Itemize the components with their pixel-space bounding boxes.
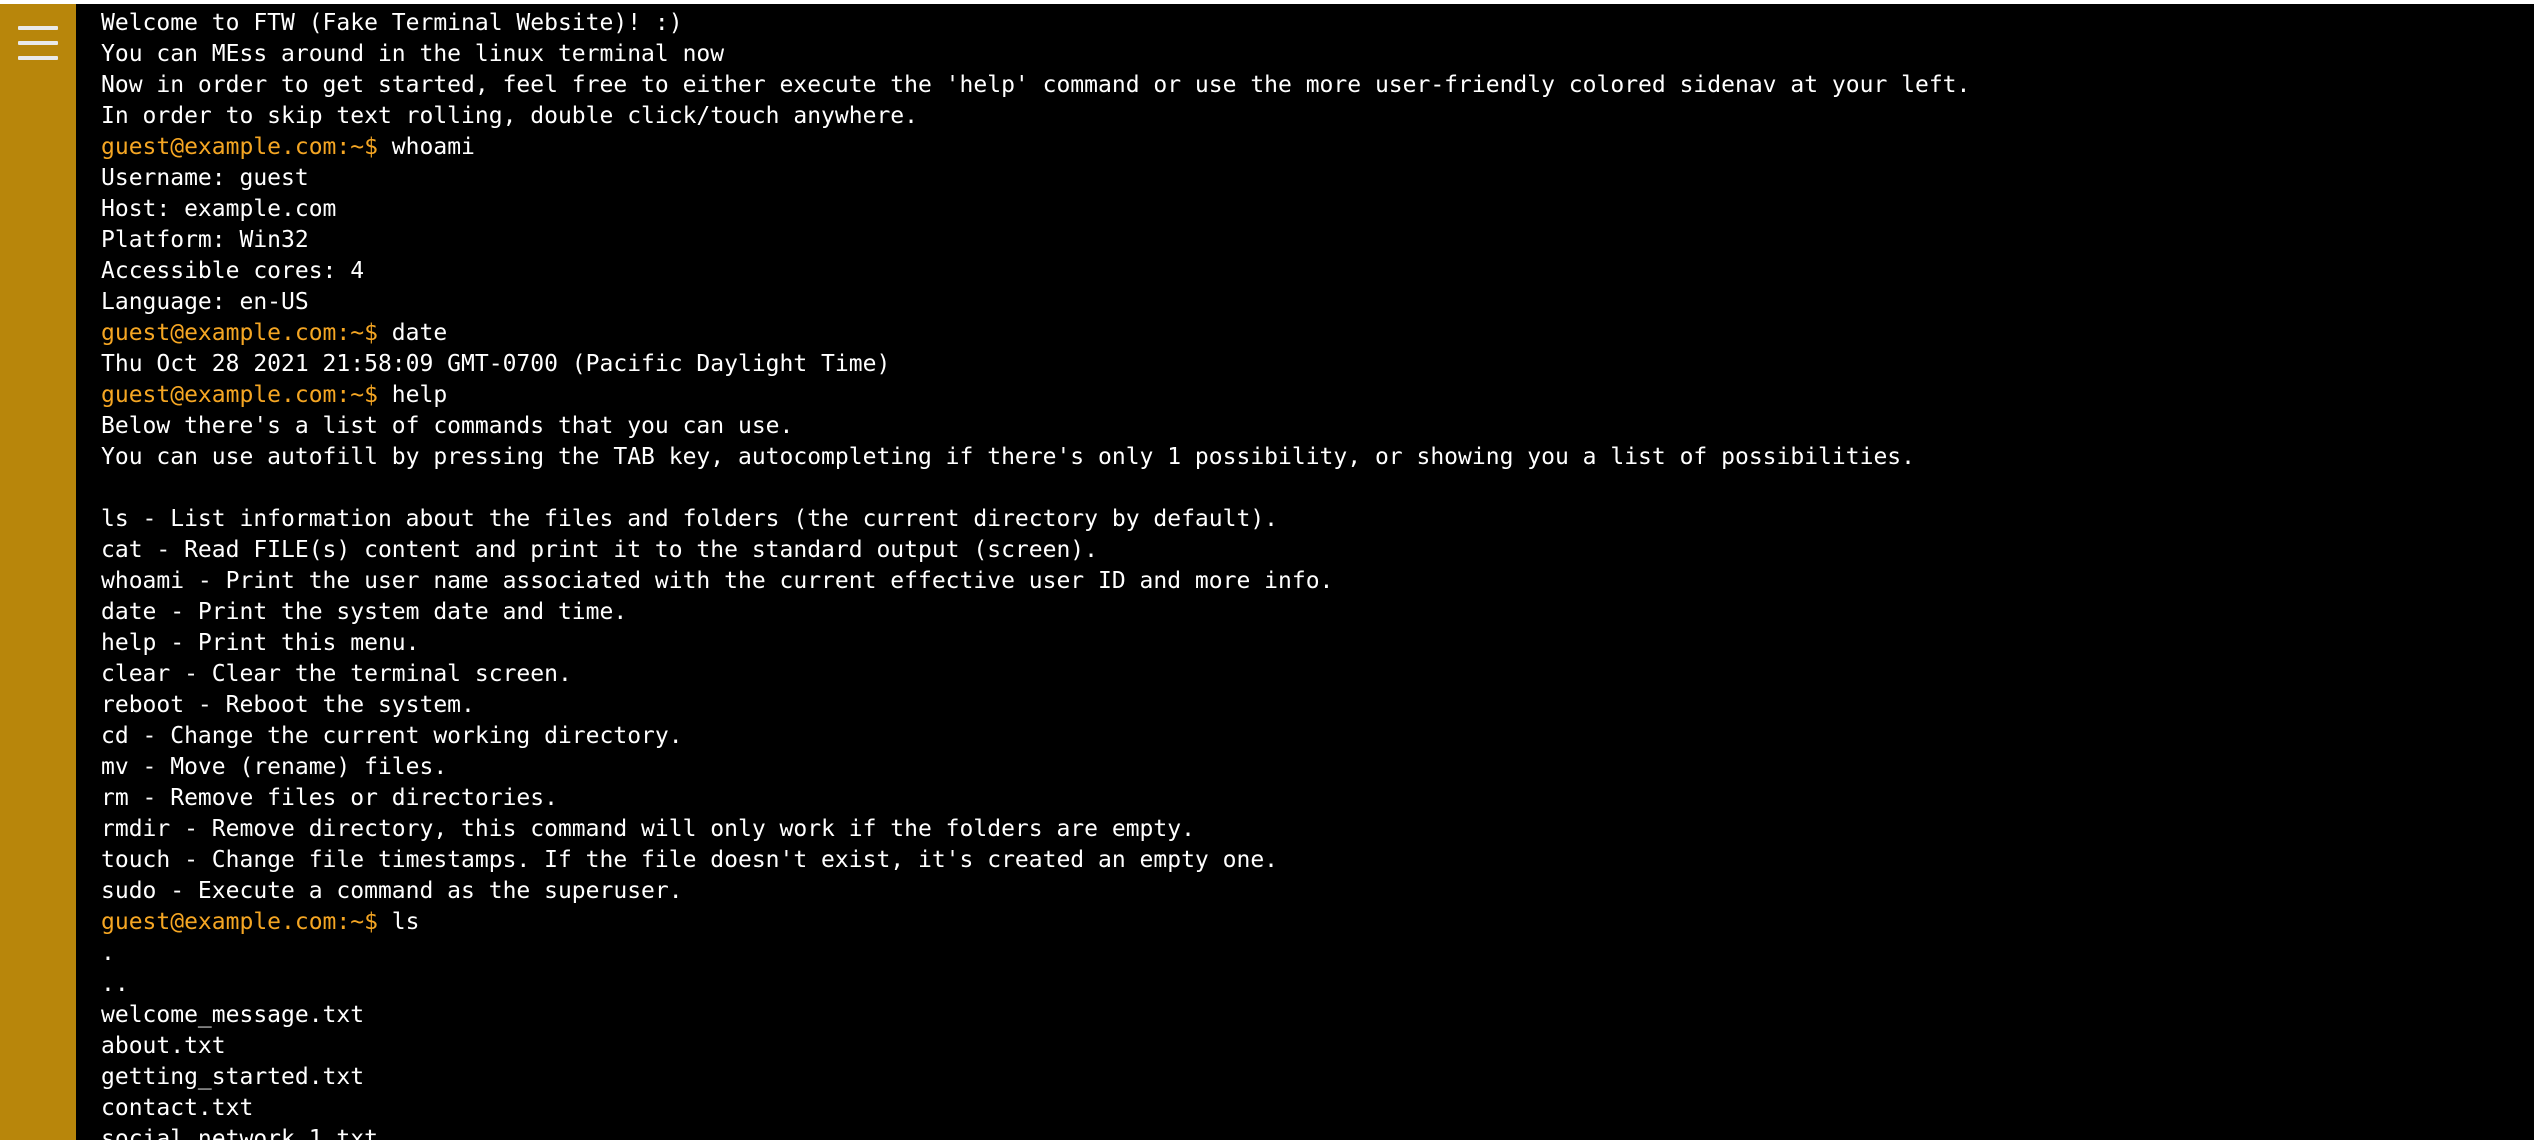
shell-prompt: guest@example.com:~$ (101, 909, 378, 935)
terminal-output-line: cat - Read FILE(s) content and print it … (101, 535, 2501, 566)
command-text: ls (377, 909, 420, 935)
output-text: about.txt (101, 1033, 226, 1059)
terminal-output-line: touch - Change file timestamps. If the f… (101, 845, 2501, 876)
output-text: rm - Remove files or directories. (101, 785, 558, 811)
terminal-output-line: Username: guest (101, 163, 2501, 194)
terminal-output-line: Accessible cores: 4 (101, 256, 2501, 287)
output-text: clear - Clear the terminal screen. (101, 661, 572, 687)
terminal-output-line: Below there's a list of commands that yo… (101, 411, 2501, 442)
output-text: ls - List information about the files an… (101, 506, 1279, 532)
output-text: Host: example.com (101, 196, 337, 222)
terminal-output-line: reboot - Reboot the system. (101, 690, 2501, 721)
output-text: getting_started.txt (101, 1064, 365, 1090)
output-text: rmdir - Remove directory, this command w… (101, 816, 1195, 842)
terminal-command-line: guest@example.com:~$ ls (101, 907, 2501, 938)
output-text: Now in order to get started, feel free t… (101, 72, 1971, 98)
output-text: date - Print the system date and time. (101, 599, 628, 625)
terminal-output-line: sudo - Execute a command as the superuse… (101, 876, 2501, 907)
terminal-output-line: help - Print this menu. (101, 628, 2501, 659)
output-text: In order to skip text rolling, double cl… (101, 103, 918, 129)
terminal-output-line: date - Print the system date and time. (101, 597, 2501, 628)
output-text: You can use autofill by pressing the TAB… (101, 444, 1915, 470)
output-text: Thu Oct 28 2021 21:58:09 GMT-0700 (Pacif… (101, 351, 891, 377)
command-text: date (377, 320, 448, 346)
output-text: sudo - Execute a command as the superuse… (101, 878, 683, 904)
hamburger-bar (18, 41, 58, 45)
fake-terminal-app: Welcome to FTW (Fake Terminal Website)! … (0, 4, 2534, 1140)
terminal-output-line: Thu Oct 28 2021 21:58:09 GMT-0700 (Pacif… (101, 349, 2501, 380)
output-text: mv - Move (rename) files. (101, 754, 448, 780)
output-text: help - Print this menu. (101, 630, 420, 656)
sidenav (0, 4, 76, 1140)
output-text: .. (101, 971, 129, 997)
output-text: . (101, 940, 115, 966)
terminal-output-line: about.txt (101, 1031, 2501, 1062)
output-text: whoami - Print the user name associated … (101, 568, 1334, 594)
terminal-command-line: guest@example.com:~$ whoami (101, 132, 2501, 163)
terminal-output-line: Language: en-US (101, 287, 2501, 318)
terminal-output-line: Platform: Win32 (101, 225, 2501, 256)
output-text: You can MEss around in the linux termina… (101, 41, 725, 67)
terminal-output-line: whoami - Print the user name associated … (101, 566, 2501, 597)
output-text: contact.txt (101, 1095, 254, 1121)
terminal-command-line: guest@example.com:~$ help (101, 380, 2501, 411)
output-text: cat - Read FILE(s) content and print it … (101, 537, 1098, 563)
terminal-output-line: welcome_message.txt (101, 1000, 2501, 1031)
terminal-output-line: mv - Move (rename) files. (101, 752, 2501, 783)
terminal-output-line: getting_started.txt (101, 1062, 2501, 1093)
terminal-output-line: rm - Remove files or directories. (101, 783, 2501, 814)
hamburger-bar (18, 56, 58, 60)
terminal-output-line: Host: example.com (101, 194, 2501, 225)
output-text: Platform: Win32 (101, 227, 309, 253)
terminal-output-line: . (101, 938, 2501, 969)
output-text: reboot - Reboot the system. (101, 692, 475, 718)
terminal-output-line: You can MEss around in the linux termina… (101, 39, 2501, 70)
terminal-output-line: Now in order to get started, feel free t… (101, 70, 2501, 101)
command-text: help (377, 382, 448, 408)
output-text: Language: en-US (101, 289, 309, 315)
terminal-output-line: In order to skip text rolling, double cl… (101, 101, 2501, 132)
terminal-output-line: cd - Change the current working director… (101, 721, 2501, 752)
terminal-output-line: .. (101, 969, 2501, 1000)
terminal-output-line: contact.txt (101, 1093, 2501, 1124)
output-text: Username: guest (101, 165, 309, 191)
hamburger-menu-icon[interactable] (18, 22, 58, 66)
terminal-output[interactable]: Welcome to FTW (Fake Terminal Website)! … (101, 8, 2501, 1140)
output-text: touch - Change file timestamps. If the f… (101, 847, 1279, 873)
terminal-output-line: ls - List information about the files an… (101, 504, 2501, 535)
terminal-output-line: You can use autofill by pressing the TAB… (101, 442, 2501, 473)
hamburger-bar (18, 26, 58, 30)
output-text: welcome_message.txt (101, 1002, 365, 1028)
terminal-output-line: Welcome to FTW (Fake Terminal Website)! … (101, 8, 2501, 39)
output-text: cd - Change the current working director… (101, 723, 683, 749)
output-text: Below there's a list of commands that yo… (101, 413, 794, 439)
shell-prompt: guest@example.com:~$ (101, 382, 378, 408)
terminal-command-line: guest@example.com:~$ date (101, 318, 2501, 349)
shell-prompt: guest@example.com:~$ (101, 134, 378, 160)
terminal-output-line: social_network_1.txt (101, 1124, 2501, 1140)
output-text: social_network_1.txt (101, 1126, 378, 1140)
shell-prompt: guest@example.com:~$ (101, 320, 378, 346)
output-text: Accessible cores: 4 (101, 258, 365, 284)
terminal-output-line: rmdir - Remove directory, this command w… (101, 814, 2501, 845)
command-text: whoami (377, 134, 475, 160)
output-text: Welcome to FTW (Fake Terminal Website)! … (101, 10, 683, 36)
terminal-output-line: clear - Clear the terminal screen. (101, 659, 2501, 690)
